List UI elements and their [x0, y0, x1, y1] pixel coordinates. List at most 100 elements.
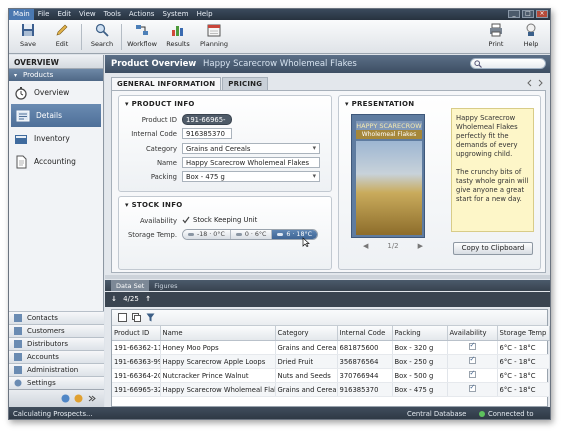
- print-label: Print: [488, 40, 504, 48]
- collapse-triangle-icon: ▾: [14, 72, 18, 79]
- menu-main[interactable]: Main: [9, 9, 34, 20]
- availability-checkbox[interactable]: [468, 369, 476, 378]
- print-button[interactable]: Print: [479, 23, 513, 48]
- table-header-row: Product ID Name Category Internal Code P…: [112, 326, 550, 341]
- name-field[interactable]: Happy Scarecrow Wholemeal Flakes: [182, 157, 320, 168]
- sidebar-item-accounting[interactable]: Accounting: [9, 150, 103, 173]
- planning-label: Planning: [200, 40, 228, 48]
- temp-option-frozen[interactable]: -18 · 0°C: [183, 230, 231, 239]
- palette-icon[interactable]: [74, 394, 83, 403]
- column-header-name[interactable]: Name: [160, 326, 276, 341]
- globe-icon[interactable]: [61, 394, 70, 403]
- stock-keeping-unit-checkbox[interactable]: Stock Keeping Unit: [182, 216, 257, 224]
- planning-button[interactable]: Planning: [197, 23, 231, 48]
- status-bar: Calculating Prospects... Central Databas…: [9, 407, 550, 419]
- connection-status-icon: [479, 411, 485, 417]
- arrow-up-icon[interactable]: ↑: [145, 295, 151, 303]
- menu-system[interactable]: System: [158, 9, 192, 20]
- tab-data-set[interactable]: Data Set: [111, 280, 150, 291]
- menu-file[interactable]: File: [34, 9, 54, 20]
- table-row[interactable]: 191-66362-11 Honey Moo Pops Grains and C…: [112, 340, 550, 355]
- sidebar-section-distributors[interactable]: Distributors: [9, 337, 104, 350]
- sidebar-item-details[interactable]: Details: [11, 104, 101, 127]
- temp-option-ambient[interactable]: 6 · 18°C: [272, 230, 317, 239]
- minimize-button[interactable]: _: [508, 10, 520, 18]
- sidebar-section-settings[interactable]: Settings: [9, 376, 104, 389]
- close-button[interactable]: ×: [536, 10, 548, 18]
- help-button[interactable]: Help: [514, 23, 548, 48]
- prev-arrow-icon[interactable]: ◀: [363, 242, 368, 250]
- window-controls: _ □ ×: [508, 10, 548, 18]
- maximize-button[interactable]: □: [522, 10, 534, 18]
- save-label: Save: [20, 40, 36, 48]
- workflow-button[interactable]: Workflow: [125, 23, 159, 48]
- copy-to-clipboard-button[interactable]: Copy to Clipboard: [453, 242, 533, 255]
- toolbar: Save Edit Search Workflow Results Planni…: [9, 20, 550, 54]
- save-button[interactable]: Save: [11, 23, 45, 48]
- sidebar-item-inventory[interactable]: Inventory: [9, 127, 103, 150]
- category-select[interactable]: Grains and Cereals: [182, 143, 320, 154]
- sidebar-section-contacts[interactable]: Contacts: [9, 311, 104, 324]
- book-icon: [15, 134, 27, 144]
- chevron-double-icon[interactable]: [87, 394, 96, 403]
- sidebar-section-administration[interactable]: Administration: [9, 363, 104, 376]
- toolbar-divider: [81, 24, 82, 50]
- table-row[interactable]: 191-66364-20 Nutcracker Prince Walnut Nu…: [112, 368, 550, 383]
- availability-checkbox[interactable]: [468, 383, 476, 392]
- product-id-label: Product ID: [141, 116, 177, 124]
- temp-option-chilled[interactable]: 0 · 6°C: [230, 230, 273, 239]
- search-input[interactable]: [470, 58, 546, 69]
- menu-tools[interactable]: Tools: [100, 9, 125, 20]
- cell-category: Grains and Cereals: [275, 382, 338, 397]
- availability-checkbox[interactable]: [468, 341, 476, 350]
- sidebar-item-label: Accounting: [34, 157, 76, 166]
- save-icon: [22, 24, 34, 36]
- column-header-product-id[interactable]: Product ID: [112, 326, 161, 341]
- filter-icon[interactable]: [146, 313, 155, 322]
- tab-pricing[interactable]: PRICING: [222, 77, 269, 90]
- storage-temp-label: Storage Temp.: [127, 231, 177, 239]
- search-button[interactable]: Search: [85, 23, 119, 48]
- settings-icon: [14, 379, 22, 387]
- grid-view-icon[interactable]: [118, 313, 127, 322]
- edit-button[interactable]: Edit: [45, 23, 79, 48]
- sidebar-group-products[interactable]: ▾ Products: [9, 69, 103, 81]
- column-header-availability[interactable]: Availability: [447, 326, 498, 341]
- workflow-icon: [136, 25, 148, 35]
- packing-select[interactable]: Box - 475 g: [182, 171, 320, 182]
- sidebar-section-customers[interactable]: Customers: [9, 324, 104, 337]
- internal-code-field[interactable]: 916385370: [182, 128, 232, 139]
- table-row[interactable]: 191-66363-99 Happy Scarecrow Apple Loops…: [112, 354, 550, 369]
- cell-availability: [447, 368, 498, 383]
- sidebar-section-accounts[interactable]: Accounts: [9, 350, 104, 363]
- panel-splitter[interactable]: [105, 275, 550, 279]
- availability-checkbox[interactable]: [468, 355, 476, 364]
- presentation-title[interactable]: ▾ PRESENTATION: [345, 100, 414, 108]
- tab-figures[interactable]: Figures: [149, 280, 182, 291]
- column-header-category[interactable]: Category: [275, 326, 338, 341]
- column-header-storage-temp[interactable]: Storage Temp: [497, 326, 550, 341]
- sidebar-item-overview[interactable]: Overview: [9, 81, 103, 104]
- arrow-down-icon[interactable]: ↓: [111, 295, 117, 303]
- tab-general-information[interactable]: GENERAL INFORMATION: [111, 77, 222, 90]
- stock-info-title[interactable]: ▾ STOCK INFO: [125, 201, 183, 209]
- tab-scroll-arrows-icon[interactable]: [526, 79, 544, 87]
- table-row[interactable]: 191-66965-32 Happy Scarecrow Wholemeal F…: [112, 382, 550, 397]
- menu-actions[interactable]: Actions: [125, 9, 159, 20]
- next-arrow-icon[interactable]: ▶: [418, 242, 423, 250]
- product-id-field[interactable]: 191-66965-32: [182, 114, 232, 132]
- menu-view[interactable]: View: [75, 9, 100, 20]
- database-status: Central Database: [407, 410, 466, 418]
- copy-icon[interactable]: [132, 313, 141, 322]
- category-label: Category: [145, 145, 177, 153]
- product-info-title[interactable]: ▾ PRODUCT INFO: [125, 100, 195, 108]
- column-header-internal-code[interactable]: Internal Code: [337, 326, 393, 341]
- bar-chart-icon: [172, 26, 183, 36]
- menu-edit[interactable]: Edit: [53, 9, 75, 20]
- cell-category: Nuts and Seeds: [275, 368, 338, 383]
- menu-help[interactable]: Help: [193, 9, 217, 20]
- overview-header: Product Overview Happy Scarecrow Wholeme…: [105, 55, 550, 73]
- cell-storage-temp: 6°C - 18°C: [497, 368, 550, 383]
- results-button[interactable]: Results: [161, 23, 195, 48]
- column-header-packing[interactable]: Packing: [392, 326, 448, 341]
